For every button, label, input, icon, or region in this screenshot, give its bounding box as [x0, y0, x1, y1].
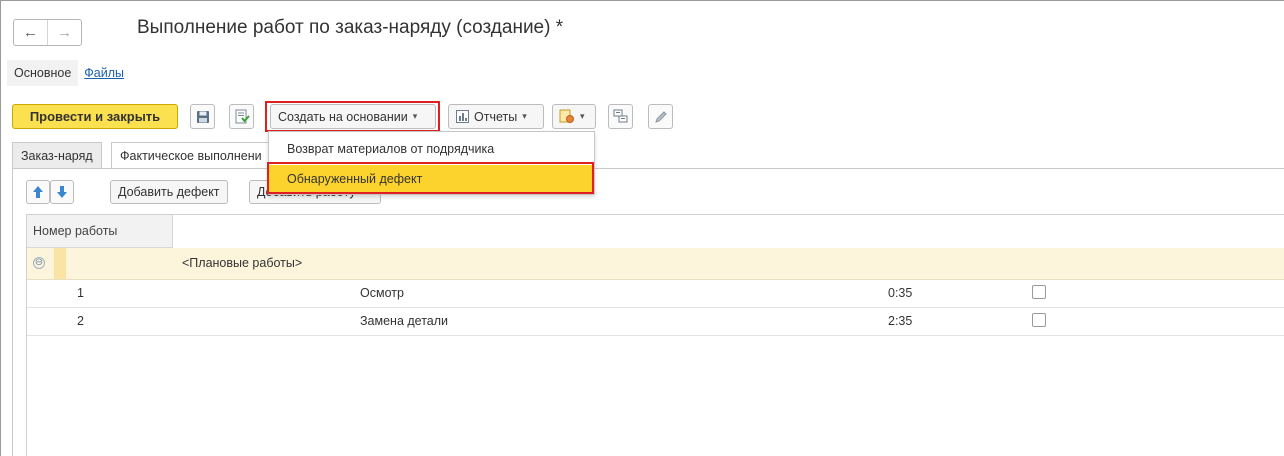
reports-button[interactable]: Отчеты ▾ — [448, 104, 544, 129]
column-header-work-number[interactable]: Номер работы — [27, 215, 173, 248]
group-marker — [54, 248, 66, 279]
menu-item-materials-return[interactable]: Возврат материалов от подрядчика — [269, 135, 594, 163]
history-nav: ← → — [13, 19, 82, 46]
arrow-up-icon — [33, 186, 43, 198]
chevron-down-icon: ▾ — [522, 111, 527, 121]
row-checkbox[interactable] — [1032, 313, 1046, 327]
move-up-button[interactable] — [26, 180, 50, 204]
group-label: <Плановые работы> — [182, 256, 303, 270]
work-number: 2 — [77, 314, 84, 328]
annotation-highlight-create — [265, 101, 440, 132]
report-icon — [456, 110, 469, 123]
tab-work-order[interactable]: Заказ-наряд — [12, 142, 102, 169]
forward-icon[interactable]: → — [47, 20, 81, 45]
page-title: Выполнение работ по заказ-наряду (создан… — [137, 17, 564, 38]
table-row[interactable]: 1 Осмотр 0:35 — [27, 280, 1284, 308]
tab-files[interactable]: Файлы — [84, 66, 124, 80]
back-icon[interactable]: ← — [14, 20, 47, 45]
work-time: 2:35 — [888, 314, 913, 328]
print-document-icon — [559, 109, 574, 123]
post-and-close-button[interactable]: Провести и закрыть — [12, 104, 178, 129]
document-structure-icon — [613, 109, 628, 123]
annotation-highlight-defect — [267, 162, 594, 194]
add-defect-button[interactable]: Добавить дефект — [110, 180, 228, 204]
tab-main[interactable]: Основное — [7, 60, 79, 86]
pencil-icon — [654, 110, 667, 123]
move-down-button[interactable] — [50, 180, 74, 204]
chevron-down-icon: ▾ — [580, 111, 585, 121]
structure-button[interactable] — [608, 104, 633, 129]
post-button[interactable] — [229, 104, 254, 129]
work-number: 1 — [77, 286, 84, 300]
floppy-disk-icon — [196, 110, 209, 123]
work-time: 0:35 — [888, 286, 913, 300]
tab-actual-execution[interactable]: Фактическое выполнени — [111, 142, 271, 169]
post-document-icon — [235, 109, 250, 123]
print-menu-button[interactable]: ▾ — [552, 104, 596, 129]
works-table: Номер работы ⊖ <Плановые работы> 1 Осмот… — [26, 214, 1284, 456]
collapse-icon[interactable]: ⊖ — [33, 257, 45, 269]
work-name: Замена детали — [360, 314, 449, 328]
table-row[interactable]: 2 Замена детали 2:35 — [27, 308, 1284, 336]
arrow-down-icon — [57, 186, 67, 198]
section-tabs: Основное Файлы — [7, 58, 124, 88]
edit-button[interactable] — [648, 104, 673, 129]
save-button[interactable] — [190, 104, 215, 129]
table-group-row[interactable]: ⊖ <Плановые работы> — [27, 248, 1284, 280]
reports-label: Отчеты — [474, 109, 518, 124]
work-name: Осмотр — [360, 286, 404, 300]
row-checkbox[interactable] — [1032, 285, 1046, 299]
